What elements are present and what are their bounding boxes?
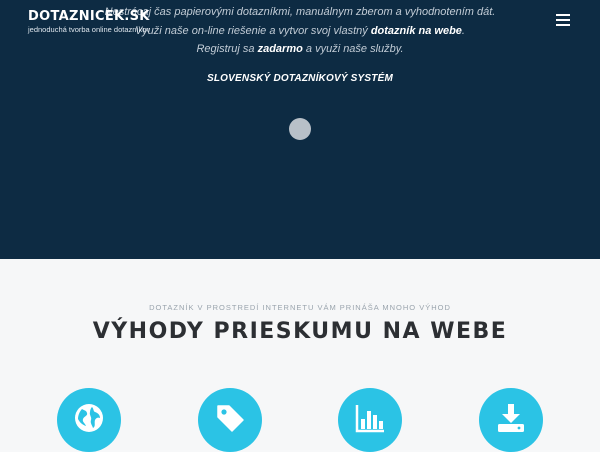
menu-icon-bar — [556, 19, 570, 21]
menu-icon-bar — [556, 14, 570, 16]
logo-tagline: jednoduchá tvorba online dotazníkov — [28, 25, 151, 34]
hero-line-3-bold: zadarmo — [257, 43, 303, 55]
loading-indicator — [289, 118, 311, 140]
hamburger-menu-button[interactable] — [556, 14, 570, 26]
benefits-subtitle: DOTAZNÍK V PROSTREDÍ INTERNETU VÁM PRINÁ… — [149, 303, 451, 312]
globe-icon — [57, 388, 121, 452]
system-label: SLOVENSKÝ DOTAZNÍKOVÝ SYSTÉM — [207, 73, 393, 84]
benefits-section: DOTAZNÍK V PROSTREDÍ INTERNETU VÁM PRINÁ… — [0, 259, 600, 452]
hero-line-3-end: a využi naše služby. — [302, 43, 404, 55]
hero-line-2-bold: dotazník na webe — [370, 24, 462, 37]
site-logo[interactable]: DOTAZNICEK.SK jednoduchá tvorba online d… — [28, 10, 150, 35]
download-icon — [479, 388, 543, 452]
hero-line-2-text: Využi naše on-line riešenie a vytvor svo… — [135, 24, 371, 37]
hero-line-2-end: . — [461, 24, 465, 37]
hero-line-3-text: Registruj sa — [196, 43, 258, 55]
benefits-title: VÝHODY PRIESKUMU NA WEBE — [92, 319, 508, 344]
logo-title: DOTAZNICEK.SK — [28, 9, 150, 24]
menu-icon-bar — [556, 24, 570, 26]
bar-chart-icon — [338, 388, 402, 452]
tag-icon — [198, 388, 262, 452]
hero-line-3: Registruj sa zadarmo a využi naše služby… — [0, 40, 600, 59]
hero-section: Nestrácaj čas papierovými dotazníkmi, ma… — [0, 0, 600, 259]
